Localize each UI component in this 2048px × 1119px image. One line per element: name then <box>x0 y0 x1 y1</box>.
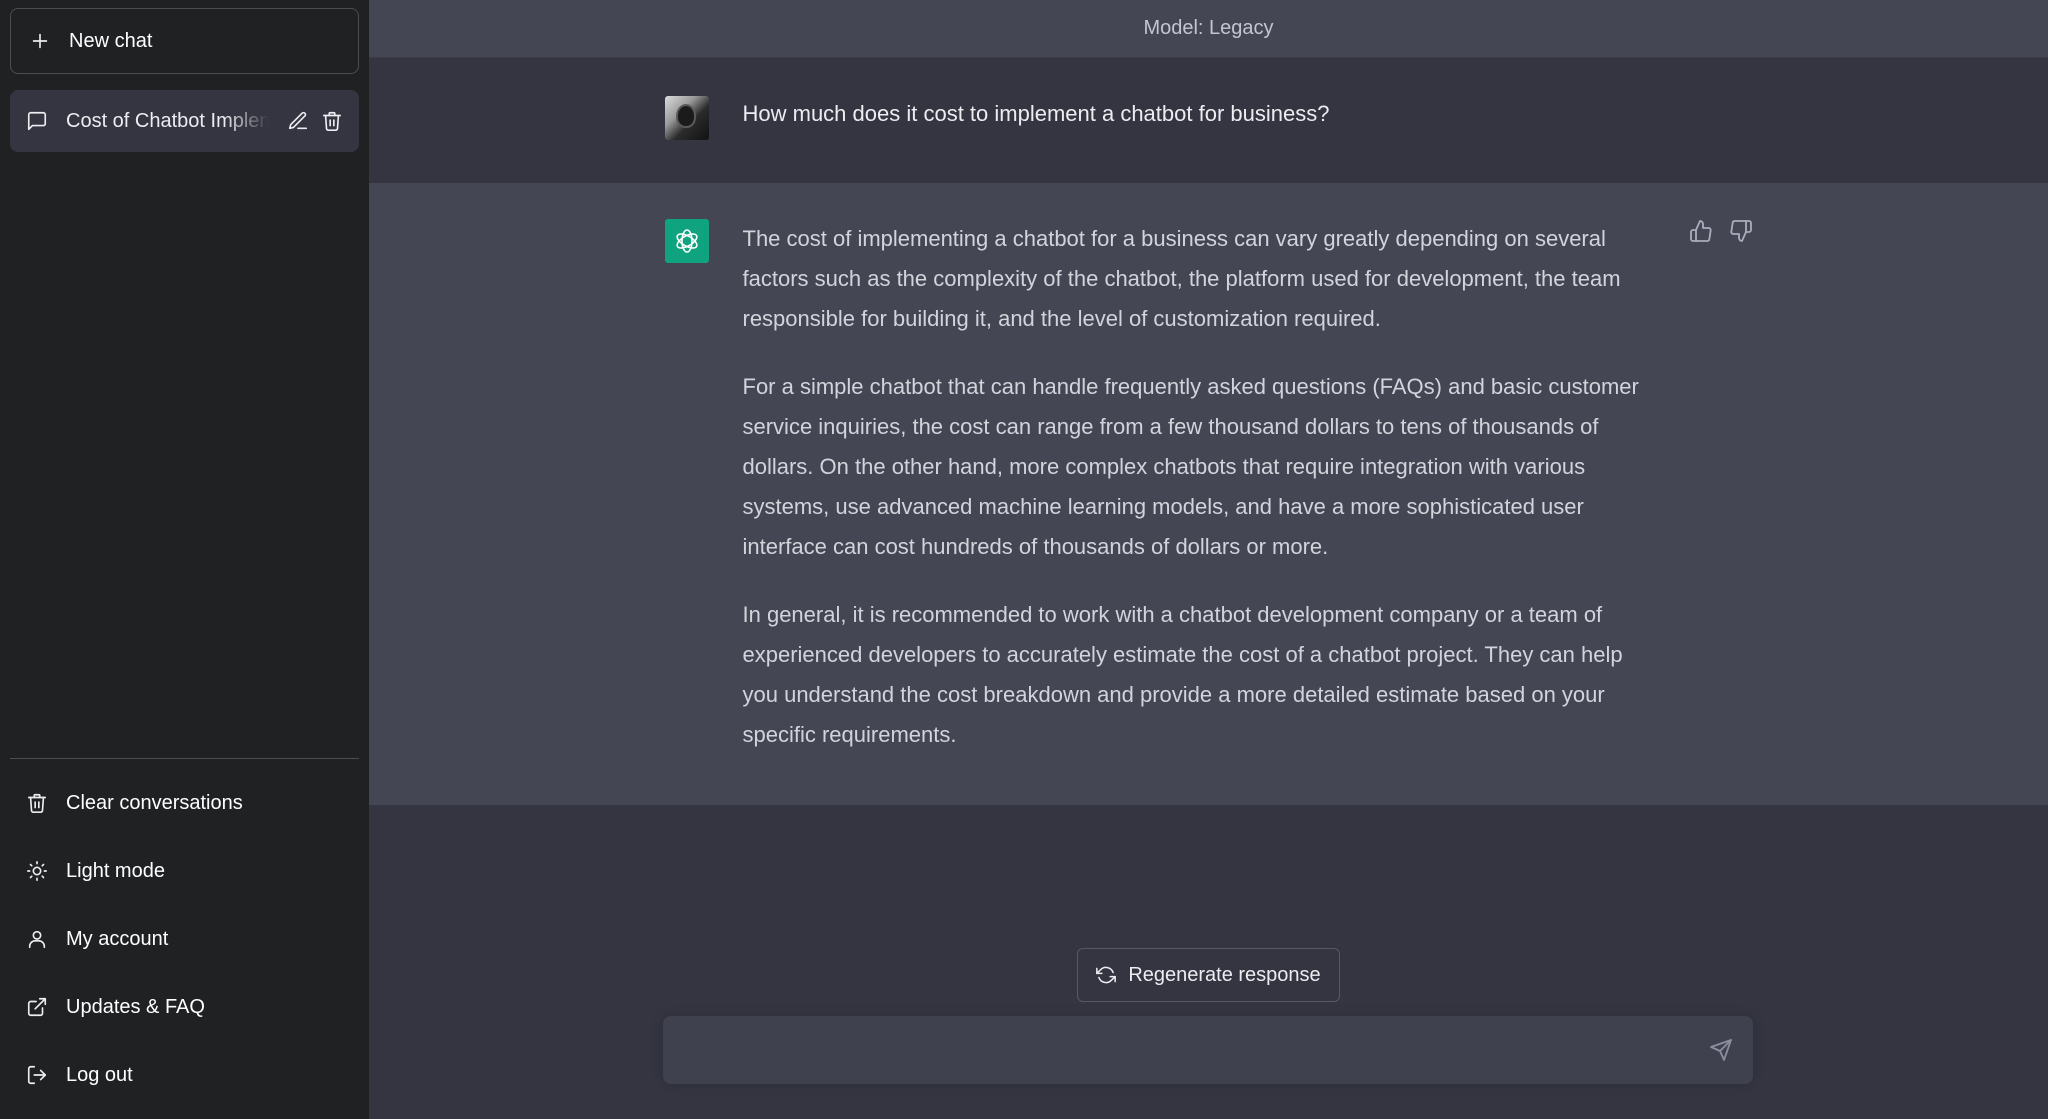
trash-icon <box>26 792 48 814</box>
new-chat-label: New chat <box>69 29 153 52</box>
user-message-row: How much does it cost to implement a cha… <box>369 58 2048 183</box>
pencil-icon[interactable] <box>287 110 309 132</box>
light-mode-label: Light mode <box>66 859 165 882</box>
send-icon[interactable] <box>1709 1038 1733 1062</box>
conversation-actions <box>287 110 343 132</box>
user-message-text: How much does it cost to implement a cha… <box>742 101 1330 126</box>
refresh-icon <box>1096 965 1117 985</box>
thumbs-down-icon[interactable] <box>1729 219 1753 243</box>
new-chat-button[interactable]: New chat <box>10 8 359 74</box>
model-header: Model: Legacy <box>369 0 2048 58</box>
my-account-button[interactable]: My account <box>10 905 359 973</box>
model-label: Model: Legacy <box>1143 17 1274 39</box>
conversation-item[interactable]: Cost of Chatbot Implementation <box>10 90 359 152</box>
message-input-box <box>663 1016 1753 1084</box>
clear-conversations-label: Clear conversations <box>66 791 243 814</box>
assistant-message: The cost of implementing a chatbot for a… <box>664 219 1753 755</box>
updates-faq-link[interactable]: Updates & FAQ <box>10 973 359 1041</box>
sun-icon <box>26 860 48 882</box>
app-window: New chat Cost of Chatbot Implementation <box>0 0 2048 1119</box>
trash-icon[interactable] <box>321 110 343 132</box>
log-out-label: Log out <box>66 1063 133 1086</box>
chat-bubble-icon <box>26 110 48 132</box>
user-message: How much does it cost to implement a cha… <box>664 96 1753 183</box>
conversation-title: Cost of Chatbot Implementation <box>66 109 269 132</box>
regenerate-area: Regenerate response <box>369 948 2048 1002</box>
assistant-message-text: The cost of implementing a chatbot for a… <box>743 219 1663 755</box>
updates-faq-label: Updates & FAQ <box>66 995 205 1018</box>
sidebar-divider <box>10 758 359 759</box>
chat-main: Model: Legacy How much does it cost to i… <box>369 0 2048 1119</box>
regenerate-label: Regenerate response <box>1128 963 1321 986</box>
regenerate-response-button[interactable]: Regenerate response <box>1077 948 1340 1002</box>
openai-logo-icon <box>671 225 703 257</box>
log-out-button[interactable]: Log out <box>10 1041 359 1109</box>
assistant-paragraph: The cost of implementing a chatbot for a… <box>742 226 1621 331</box>
plus-icon <box>29 30 51 52</box>
logout-icon <box>26 1064 48 1086</box>
message-input[interactable] <box>683 1035 1709 1065</box>
user-avatar <box>664 96 709 140</box>
external-link-icon <box>26 996 48 1018</box>
feedback-buttons <box>1689 219 1753 243</box>
my-account-label: My account <box>66 927 169 950</box>
light-mode-button[interactable]: Light mode <box>10 837 359 905</box>
thumbs-up-icon[interactable] <box>1689 219 1713 243</box>
assistant-message-row: The cost of implementing a chatbot for a… <box>369 183 2048 805</box>
assistant-paragraph: For a simple chatbot that can handle fre… <box>742 374 1639 559</box>
assistant-avatar <box>664 219 709 263</box>
user-icon <box>26 928 48 950</box>
clear-conversations-button[interactable]: Clear conversations <box>10 769 359 837</box>
composer <box>663 1016 1753 1084</box>
assistant-paragraph: In general, it is recommended to work wi… <box>742 602 1623 747</box>
sidebar: New chat Cost of Chatbot Implementation <box>0 0 369 1119</box>
